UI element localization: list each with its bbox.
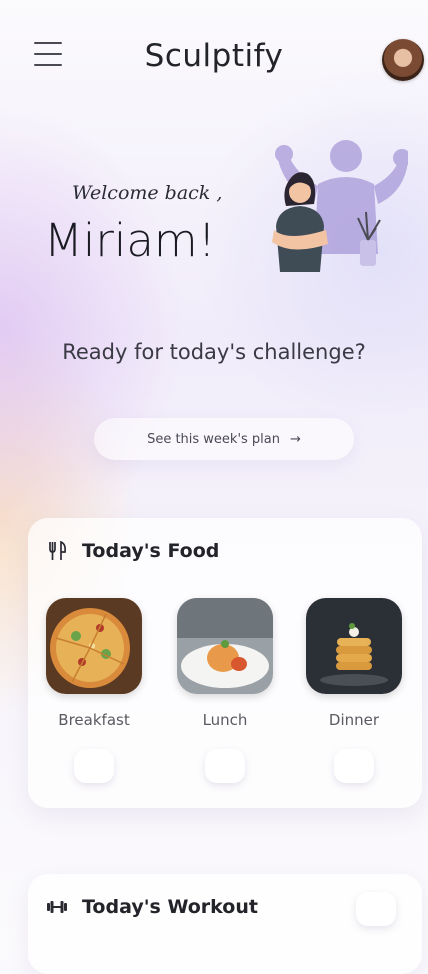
- plan-button-label: See this week's plan: [147, 431, 281, 447]
- dinner-checkbox[interactable]: [334, 749, 374, 783]
- lunch-checkbox[interactable]: [205, 749, 245, 783]
- meal-label-lunch: Lunch: [202, 711, 248, 729]
- dinner-pancakes-image: [306, 598, 402, 694]
- hero-illustration: [272, 140, 408, 272]
- workout-card-header: Today's Workout: [46, 896, 258, 918]
- meal-lunch[interactable]: Lunch: [173, 598, 277, 783]
- avatar[interactable]: [382, 39, 424, 81]
- todays-food-card: Today's Food Breakfast Lunch Dinner: [28, 518, 422, 808]
- lunch-plate-image: [177, 598, 273, 694]
- tagline: Ready for today's challenge?: [62, 340, 366, 364]
- arrow-right-icon: →: [290, 431, 301, 447]
- breakfast-checkbox[interactable]: [74, 749, 114, 783]
- workout-card-title: Today's Workout: [82, 896, 258, 918]
- user-name: Miriam!: [44, 214, 216, 267]
- utensils-icon: [49, 540, 67, 560]
- todays-workout-card[interactable]: Today's Workout: [28, 874, 422, 974]
- workout-checkbox[interactable]: [356, 892, 396, 926]
- meal-label-dinner: Dinner: [328, 711, 380, 729]
- see-weekly-plan-button[interactable]: See this week's plan →: [94, 418, 354, 460]
- welcome-greeting: Welcome back ,: [72, 182, 223, 204]
- meal-dinner[interactable]: Dinner: [302, 598, 406, 783]
- app-title: Sculptify: [144, 38, 284, 74]
- food-card-title: Today's Food: [82, 540, 220, 562]
- dumbbell-icon: [47, 901, 67, 913]
- meal-breakfast[interactable]: Breakfast: [42, 598, 146, 783]
- breakfast-pizza-image: [46, 598, 142, 694]
- food-card-header: Today's Food: [46, 540, 219, 562]
- meal-label-breakfast: Breakfast: [58, 711, 130, 729]
